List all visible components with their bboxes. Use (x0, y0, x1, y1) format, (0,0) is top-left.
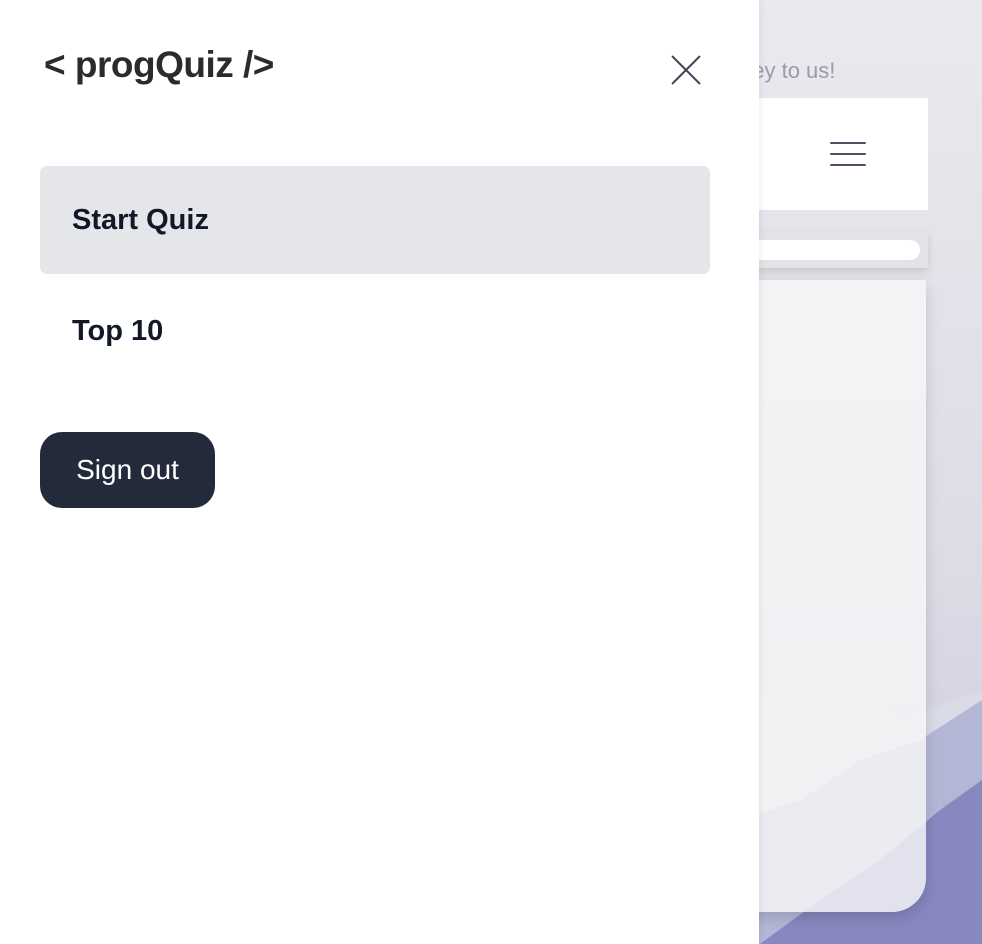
nav-item-start-quiz[interactable]: Start Quiz (40, 166, 710, 274)
quiz-card (740, 280, 926, 912)
page-tagline: ney to us! (740, 58, 836, 83)
progress-bar-track (750, 240, 920, 260)
nav-item-top-10[interactable]: Top 10 (40, 277, 710, 385)
quiz-progress-card (740, 232, 928, 268)
hamburger-menu-icon[interactable] (830, 140, 866, 168)
nav-item-label: Start Quiz (72, 203, 209, 236)
navigation-drawer: < progQuiz /> Start Quiz Top 10 Sign out (0, 0, 759, 944)
app-logo[interactable]: < progQuiz /> (44, 44, 274, 86)
sign-out-button[interactable]: Sign out (40, 432, 215, 508)
nav-item-label: Top 10 (72, 314, 164, 347)
close-icon[interactable] (666, 50, 706, 90)
